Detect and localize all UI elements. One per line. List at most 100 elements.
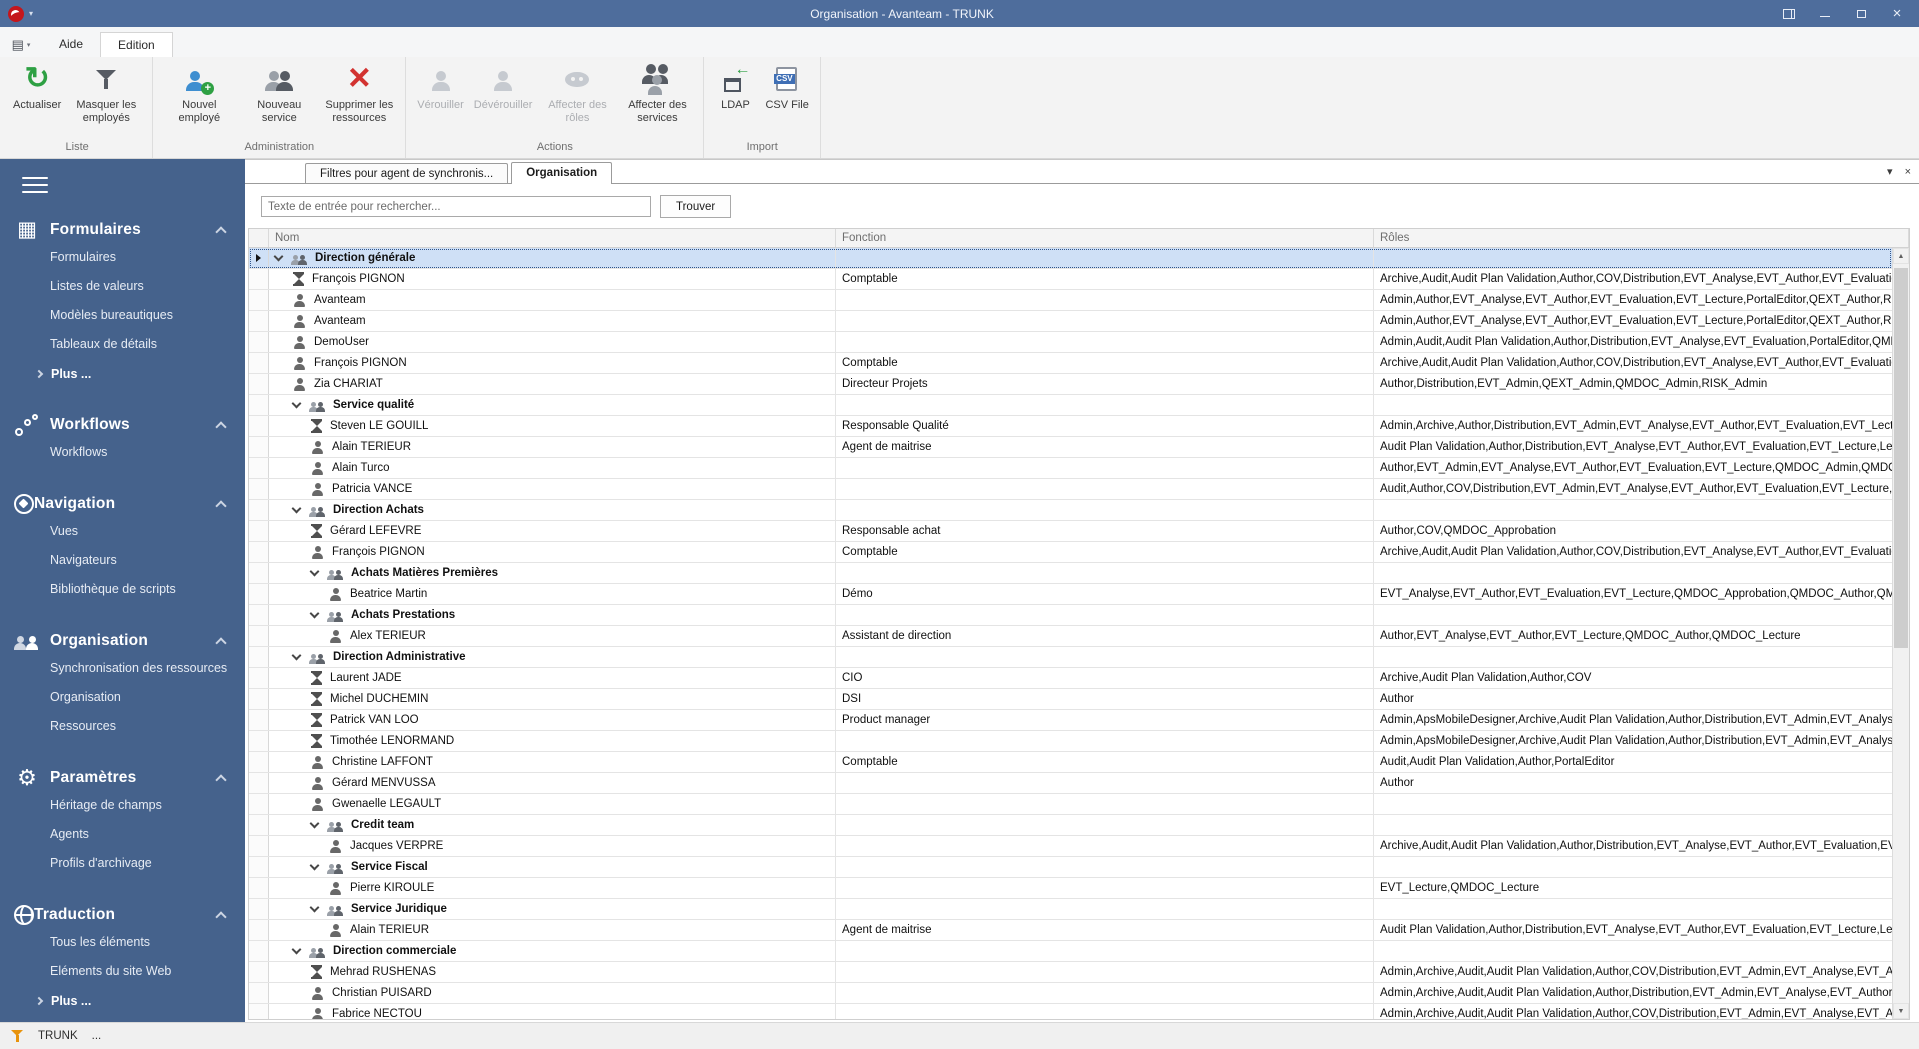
sidebar-item-navigateurs[interactable]: Navigateurs (0, 546, 245, 575)
sidebar-item-organisation[interactable]: Organisation (0, 683, 245, 712)
table-row[interactable]: Service qualité (249, 395, 1892, 416)
table-row[interactable]: Credit team (249, 815, 1892, 836)
table-row[interactable]: Patrick VAN LOO Product manager Admin,ApsM… (249, 710, 1892, 731)
table-row[interactable]: Alain Turco Author,EVT_Admin,EVT_Analyse,… (249, 458, 1892, 479)
table-row[interactable]: Laurent JADE CIO Archive,Audit Plan Valida… (249, 668, 1892, 689)
close-button[interactable]: × (1879, 2, 1915, 25)
chevron-down-icon[interactable] (291, 944, 302, 955)
sidebar-section-header[interactable]: Organisation (0, 628, 245, 654)
table-row[interactable]: François PIGNON Comptable Archive,Audit,Au… (249, 542, 1892, 563)
chevron-down-icon[interactable] (291, 503, 302, 514)
tab-close-icon[interactable]: × (1905, 166, 1911, 178)
table-row[interactable]: Direction Achats (249, 500, 1892, 521)
delete-resources-button[interactable]: Supprimer les ressources (319, 63, 399, 127)
table-row[interactable]: Alain TERIEUR Agent de maitrise Audit Plan… (249, 920, 1892, 941)
new-service-button[interactable]: Nouveau service (239, 63, 319, 127)
sidebar-section-header[interactable]: Formulaires (0, 217, 245, 243)
table-row[interactable]: Avanteam Admin,Author,EVT_Analyse,EVT_Aut… (249, 311, 1892, 332)
sidebar-section-header[interactable]: Navigation (0, 491, 245, 517)
assign-services-button[interactable]: Affecter des services (617, 63, 697, 127)
sidebar-item-tableaux-de-d-tails[interactable]: Tableaux de détails (0, 330, 245, 359)
table-row[interactable]: Steven LE GOUILL Responsable Qualité Admin… (249, 416, 1892, 437)
sidebar-item-vues[interactable]: Vues (0, 517, 245, 546)
table-row[interactable]: Michel DUCHEMIN DSI Author (249, 689, 1892, 710)
chevron-down-icon[interactable] (309, 902, 320, 913)
document-tab-0[interactable]: Filtres pour agent de synchronis... (305, 163, 509, 183)
document-tab-active[interactable]: Organisation (511, 162, 613, 184)
table-row[interactable]: Zia CHARIAT Directeur Projets Author,Distr… (249, 374, 1892, 395)
sidebar-item-el-ments-du-site-web[interactable]: Eléments du site Web (0, 957, 245, 986)
chevron-down-icon[interactable] (309, 608, 320, 619)
sidebar-item-workflows[interactable]: Workflows (0, 438, 245, 467)
table-row[interactable]: Service Fiscal (249, 857, 1892, 878)
chevron-up-icon[interactable] (215, 421, 227, 433)
sidebar-item-mod-les-bureautiques[interactable]: Modèles bureautiques (0, 301, 245, 330)
table-row[interactable]: Jacques VERPRE Archive,Audit,Audit Plan V… (249, 836, 1892, 857)
maximize-button[interactable] (1843, 2, 1879, 25)
chevron-down-icon[interactable] (309, 566, 320, 577)
sidebar-item-ressources[interactable]: Ressources (0, 712, 245, 741)
scroll-down-icon[interactable]: ▼ (1893, 1003, 1909, 1019)
sidebar-item-agents[interactable]: Agents (0, 820, 245, 849)
new-employee-button[interactable]: + Nouvel employé (159, 63, 239, 127)
workspace-button[interactable] (1771, 2, 1807, 25)
table-row[interactable]: Alain TERIEUR Agent de maitrise Audit Plan… (249, 437, 1892, 458)
table-row[interactable]: Alex TERIEUR Assistant de direction Author… (249, 626, 1892, 647)
chevron-up-icon[interactable] (215, 500, 227, 512)
search-input[interactable] (261, 196, 651, 217)
table-row[interactable]: Gwenaelle LEGAULT (249, 794, 1892, 815)
table-row[interactable]: Direction générale (249, 248, 1892, 269)
table-row[interactable]: Beatrice Martin Démo EVT_Analyse,EVT_Autho… (249, 584, 1892, 605)
ldap-import-button[interactable]: ← LDAP (710, 62, 760, 114)
table-row[interactable]: Christian PUISARD Admin,Archive,Audit,Aud… (249, 983, 1892, 1004)
sidebar-item-plus[interactable]: Plus ... (0, 359, 245, 388)
table-row[interactable]: Avanteam Admin,Author,EVT_Analyse,EVT_Aut… (249, 290, 1892, 311)
tab-list-dropdown-icon[interactable]: ▾ (1887, 165, 1893, 178)
table-row[interactable]: Gérard LEFEVRE Responsable achat Author,CO… (249, 521, 1892, 542)
chevron-down-icon[interactable] (309, 818, 320, 829)
header-fonction[interactable]: Fonction (836, 229, 1374, 247)
tab-aide[interactable]: Aide (42, 32, 100, 57)
filter-button[interactable]: Masquer les employés (66, 63, 146, 127)
chevron-down-icon[interactable] (291, 398, 302, 409)
table-row[interactable]: Patricia VANCE Audit,Author,COV,Distribut… (249, 479, 1892, 500)
table-row[interactable]: Mehrad RUSHENAS Admin,Archive,Audit,Audit… (249, 962, 1892, 983)
sidebar-item-listes-de-valeurs[interactable]: Listes de valeurs (0, 272, 245, 301)
refresh-button[interactable]: Actualiser (8, 63, 66, 114)
table-row[interactable]: DemoUser Admin,Audit,Audit Plan Validatio… (249, 332, 1892, 353)
csv-file-button[interactable]: CSV CSV File (760, 63, 813, 114)
chevron-up-icon[interactable] (215, 911, 227, 923)
sidebar-item-plus[interactable]: Plus ... (0, 986, 245, 1015)
chevron-up-icon[interactable] (215, 637, 227, 649)
chevron-down-icon[interactable] (291, 650, 302, 661)
sidebar-item-biblioth-que-de-scripts[interactable]: Bibliothèque de scripts (0, 575, 245, 604)
table-row[interactable]: Achats Prestations (249, 605, 1892, 626)
scrollbar-thumb[interactable] (1894, 268, 1908, 648)
header-roles[interactable]: Rôles (1374, 229, 1909, 247)
chevron-up-icon[interactable] (215, 226, 227, 238)
hamburger-menu-icon[interactable] (22, 177, 48, 193)
find-button[interactable]: Trouver (660, 195, 732, 218)
vertical-scrollbar[interactable]: ▲ ▼ (1892, 248, 1909, 1019)
sidebar-item-h-ritage-de-champs[interactable]: Héritage de champs (0, 791, 245, 820)
minimize-button[interactable] (1807, 2, 1843, 25)
table-row[interactable]: Fabrice NECTOU Admin,Archive,Audit,Audit … (249, 1004, 1892, 1019)
sidebar-section-header[interactable]: Traduction (0, 902, 245, 928)
table-row[interactable]: Direction commerciale (249, 941, 1892, 962)
table-row[interactable]: Direction Administrative (249, 647, 1892, 668)
scroll-up-icon[interactable]: ▲ (1893, 248, 1909, 264)
sidebar-item-formulaires[interactable]: Formulaires (0, 243, 245, 272)
chevron-up-icon[interactable] (215, 774, 227, 786)
table-row[interactable]: Service Juridique (249, 899, 1892, 920)
table-row[interactable]: Achats Matières Premières (249, 563, 1892, 584)
table-row[interactable]: Christine LAFFONT Comptable Audit,Audit Pl… (249, 752, 1892, 773)
sidebar-section-header[interactable]: Workflows (0, 412, 245, 438)
table-row[interactable]: Timothée LENORMAND Admin,ApsMobileDesigne… (249, 731, 1892, 752)
tab-edition[interactable]: Edition (100, 32, 173, 57)
table-row[interactable]: Pierre KIROULE EVT_Lecture,QMDOC_Lecture (249, 878, 1892, 899)
table-row[interactable]: François PIGNON Comptable Archive,Audit,Au… (249, 269, 1892, 290)
app-logo-icon[interactable] (8, 5, 24, 22)
table-row[interactable]: Gérard MENVUSSA Author (249, 773, 1892, 794)
sidebar-item-tous-les-l-ments[interactable]: Tous les éléments (0, 928, 245, 957)
chevron-down-icon[interactable] (273, 251, 284, 262)
